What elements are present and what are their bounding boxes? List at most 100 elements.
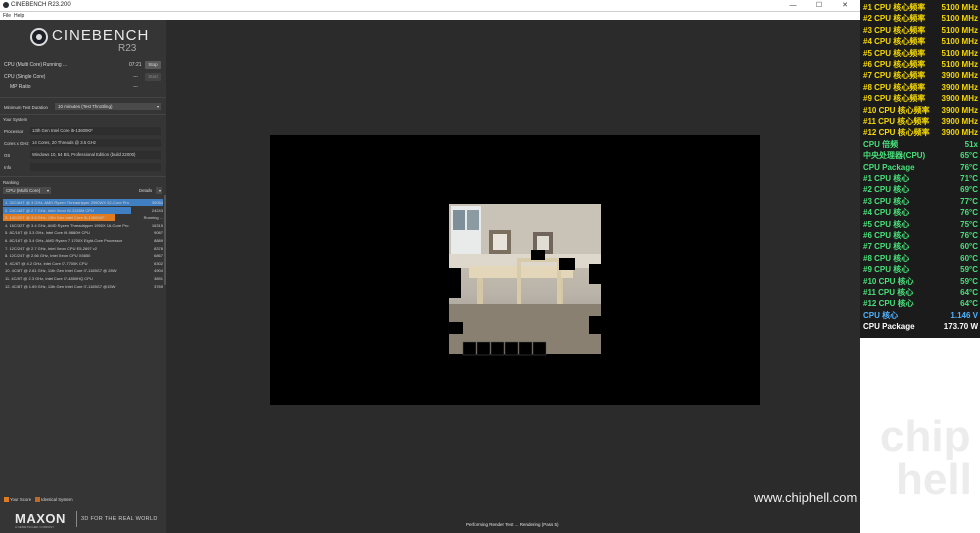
menu-help[interactable]: Help (14, 13, 24, 19)
hwinfo-value: 64°C (960, 299, 978, 309)
hwinfo-value: 77°C (960, 196, 978, 206)
brand-version: R23 (118, 43, 137, 54)
mp-ratio-label: MP Ratio (10, 84, 31, 90)
single-core-value: --- (133, 74, 138, 80)
hwinfo-row: 中央处理器(CPU) 65°C (863, 150, 978, 161)
details-toggle[interactable]: ▾ (156, 187, 162, 194)
hwinfo-value: 3900 MHz (941, 71, 978, 81)
info-field[interactable] (30, 163, 161, 171)
hwinfo-value: 1.146 V (950, 310, 978, 320)
ranking-score: 30054 (151, 200, 163, 205)
start-button[interactable]: Start (145, 73, 161, 81)
ranking-score: 3891 (154, 276, 163, 281)
ranking-row[interactable]: 12. 4C/8T @ 1.69 GHz, 11th Gen Intel Cor… (3, 283, 163, 290)
divider (0, 97, 166, 98)
hwinfo-label: #12 CPU 核心 (863, 299, 914, 309)
ranking-label: 9. 4C/8T @ 4.2 GHz, Intel Core i7-7700K … (5, 260, 88, 266)
hwinfo-value: 65°C (960, 151, 978, 161)
ranking-row[interactable]: 5. 8C/16T @ 3.3 GHz, Intel Core i9-9880H… (3, 229, 163, 236)
hwinfo-value: 71°C (960, 174, 978, 183)
hwinfo-value: 3900 MHz (941, 117, 978, 126)
hwinfo-row: CPU Package 76°C (863, 162, 978, 173)
maximize-button[interactable]: ☐ (808, 0, 830, 11)
watermark-site: www.chiphell.com (754, 490, 858, 505)
hwinfo-label: 中央处理器(CPU) (863, 151, 926, 161)
hwinfo-label: #7 CPU 核心频率 (863, 71, 926, 81)
os-field: Windows 10, 64 Bit, Professional Edition… (30, 151, 161, 159)
ranking-score: 6302 (154, 260, 163, 266)
hwinfo-value: 60°C (960, 253, 978, 263)
ranking-score: 6867 (154, 253, 163, 259)
hwinfo-label: #4 CPU 核心 (863, 208, 910, 218)
hwinfo-label: #2 CPU 核心频率 (863, 14, 926, 24)
hwinfo-label: #5 CPU 核心频率 (863, 48, 926, 58)
hwinfo-label: #9 CPU 核心 (863, 265, 910, 275)
ranking-row[interactable]: 11. 4C/8T @ 2.3 GHz, Intel Core i7-4850H… (3, 275, 163, 282)
hwinfo-value: 76°C (960, 208, 978, 218)
ranking-row[interactable]: 4. 16C/32T @ 3.4 GHz, AMD Ryzen Threadri… (3, 222, 163, 229)
watermark-chip: chip (880, 412, 971, 461)
hwinfo-row: CPU 倍频 51x (863, 139, 978, 150)
hwinfo-row: #3 CPU 核心 77°C (863, 196, 978, 207)
hwinfo-row: #12 CPU 核心 64°C (863, 298, 978, 309)
maxon-sub-label: A NEMETSCHEK COMPANY (15, 525, 55, 529)
ranking-row[interactable]: 9. 4C/8T @ 4.2 GHz, Intel Core i7-7700K … (3, 260, 163, 267)
ranking-score: 16315 (151, 222, 163, 228)
ranking-label: 11. 4C/8T @ 2.3 GHz, Intel Core i7-4850H… (5, 276, 93, 281)
details-label[interactable]: Details (139, 188, 152, 193)
hwinfo-row: #1 CPU 核心 71°C (863, 173, 978, 184)
ranking-row[interactable]: 1. 32C/64T @ 3 GHz, AMD Ryzen Threadripp… (3, 199, 163, 206)
min-duration-select[interactable]: 10 minutes (Test Throttling) ▾ (55, 103, 161, 110)
ranking-row[interactable]: 2. 24C/48T @ 2.7 GHz, Intel Xeon W-3265M… (3, 206, 163, 214)
hwinfo-label: #3 CPU 核心频率 (863, 25, 926, 35)
divider (0, 176, 166, 177)
hwinfo-row: #2 CPU 核心频率 5100 MHz (863, 13, 978, 24)
hwinfo-label: CPU 倍频 (863, 139, 899, 149)
minimize-button[interactable]: — (782, 0, 804, 11)
hwinfo-row: #4 CPU 核心 76°C (863, 207, 978, 218)
hwinfo-value: 3900 MHz (941, 105, 978, 115)
ranking-heading: Ranking (3, 180, 19, 185)
hwinfo-value: 5100 MHz (941, 48, 978, 58)
hwinfo-row: #6 CPU 核心频率 5100 MHz (863, 59, 978, 70)
ranking-label: 2. 24C/48T @ 2.7 GHz, Intel Xeon W-3265M… (5, 207, 94, 213)
your-system-heading: Your System (3, 117, 28, 122)
hwinfo-value: 3900 MHz (941, 82, 978, 92)
ranking-scrollbar[interactable] (164, 195, 166, 285)
ranking-row[interactable]: 7. 12C/24T @ 2.7 GHz, Intel Xeon CPU E5-… (3, 245, 163, 252)
processor-field: 13th Gen Intel Core i5-13600KF (30, 127, 161, 135)
footer-divider (76, 511, 77, 527)
ranking-row[interactable]: 8. 12C/24T @ 2.66 GHz, Intel Xeon CPU X5… (3, 252, 163, 259)
hwinfo-row: #9 CPU 核心频率 3900 MHz (863, 93, 978, 104)
ranking-label: 5. 8C/16T @ 3.3 GHz, Intel Core i9-9880H… (5, 230, 90, 236)
render-scene-graphic (449, 204, 601, 354)
hwinfo-value: 60°C (960, 242, 978, 252)
hwinfo-label: #3 CPU 核心 (863, 196, 910, 206)
hwinfo-label: #12 CPU 核心频率 (863, 128, 930, 138)
ranking-label: 6. 8C/16T @ 3.4 GHz, AMD Ryzen 7 1700X E… (5, 238, 123, 243)
stop-button[interactable]: Stop (145, 61, 161, 69)
identical-system-legend: Identical System (41, 497, 73, 502)
ranking-row[interactable]: 6. 8C/16T @ 3.4 GHz, AMD Ryzen 7 1700X E… (3, 237, 163, 244)
menu-file[interactable]: File (3, 13, 11, 19)
multi-core-label: CPU (Multi Core) (4, 62, 43, 68)
ranking-select[interactable]: CPU (Multi Core) ▾ (3, 187, 51, 194)
hwinfo-row: #12 CPU 核心频率 3900 MHz (863, 127, 978, 138)
ranking-row[interactable]: 3. 14C/20T @ 3.5 GHz, 13th Gen Intel Cor… (3, 214, 163, 222)
hwinfo-label: #5 CPU 核心 (863, 219, 910, 229)
ranking-label: 12. 4C/8T @ 1.69 GHz, 11th Gen Intel Cor… (5, 283, 116, 289)
hwinfo-label: #7 CPU 核心 (863, 242, 910, 252)
hwinfo-row: #11 CPU 核心 64°C (863, 287, 978, 298)
hwinfo-label: #10 CPU 核心频率 (863, 105, 930, 115)
hwinfo-value: 5100 MHz (941, 3, 978, 12)
hwinfo-row: #2 CPU 核心 69°C (863, 184, 978, 195)
ranking-row[interactable]: 10. 4C/8T @ 2.81 GHz, 11th Gen Intel Cor… (3, 267, 163, 274)
hwinfo-row: #8 CPU 核心频率 3900 MHz (863, 82, 978, 93)
close-button[interactable]: ✕ (834, 0, 856, 11)
hwinfo-value: 5100 MHz (941, 25, 978, 35)
maxon-logo: MAXON (15, 511, 66, 526)
hwinfo-label: #8 CPU 核心频率 (863, 82, 926, 92)
your-score-legend: Your Score (10, 497, 32, 502)
ranking-label: 1. 32C/64T @ 3 GHz, AMD Ryzen Threadripp… (5, 200, 129, 205)
hwinfo-value: 5100 MHz (941, 60, 978, 69)
